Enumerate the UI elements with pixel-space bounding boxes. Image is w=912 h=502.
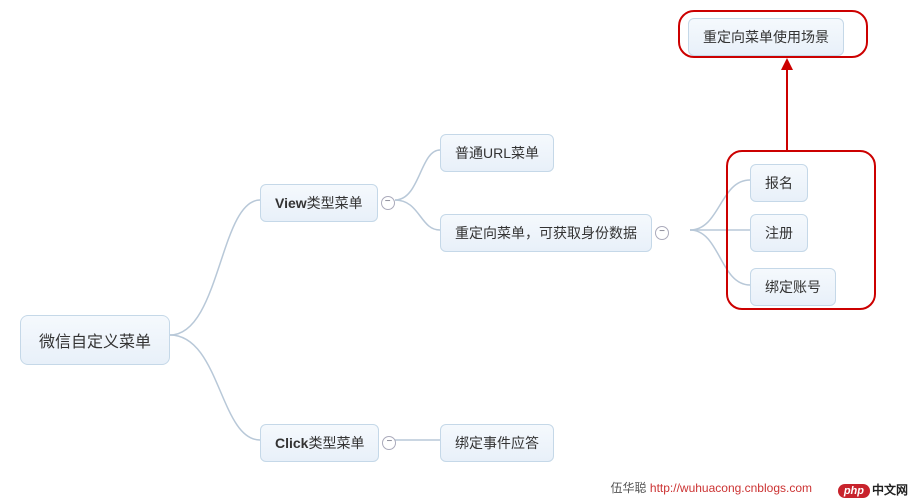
click-prefix: Click bbox=[275, 435, 308, 451]
click-suffix: 类型菜单 bbox=[308, 435, 364, 451]
highlight-callout bbox=[678, 10, 868, 58]
plain-url-label: 普通URL菜单 bbox=[455, 145, 539, 161]
redirect-node[interactable]: 重定向菜单，可获取身份数据 − bbox=[440, 214, 652, 252]
root-label: 微信自定义菜单 bbox=[39, 334, 151, 351]
footer-credit: 伍华聪 http://wuhuacong.cnblogs.com bbox=[611, 479, 812, 496]
site-logo: php中文网 bbox=[838, 481, 908, 498]
footer-url: http://wuhuacong.cnblogs.com bbox=[650, 481, 812, 495]
event-bind-label: 绑定事件应答 bbox=[455, 435, 539, 451]
logo-text: 中文网 bbox=[872, 483, 908, 497]
view-type-node[interactable]: View类型菜单 − bbox=[260, 184, 378, 222]
collapse-icon[interactable]: − bbox=[382, 436, 396, 450]
arrow-line bbox=[786, 70, 788, 150]
footer-author: 伍华聪 bbox=[611, 481, 647, 495]
click-type-node[interactable]: Click类型菜单 − bbox=[260, 424, 379, 462]
collapse-icon[interactable]: − bbox=[381, 196, 395, 210]
root-node[interactable]: 微信自定义菜单 bbox=[20, 315, 170, 365]
plain-url-node[interactable]: 普通URL菜单 bbox=[440, 134, 554, 172]
collapse-icon[interactable]: − bbox=[655, 226, 669, 240]
php-badge-icon: php bbox=[838, 484, 870, 498]
arrow-head-icon bbox=[781, 58, 793, 70]
highlight-group bbox=[726, 150, 876, 310]
view-prefix: View bbox=[275, 195, 307, 211]
redirect-label: 重定向菜单，可获取身份数据 bbox=[455, 225, 637, 241]
event-bind-node[interactable]: 绑定事件应答 bbox=[440, 424, 554, 462]
view-suffix: 类型菜单 bbox=[307, 195, 363, 211]
